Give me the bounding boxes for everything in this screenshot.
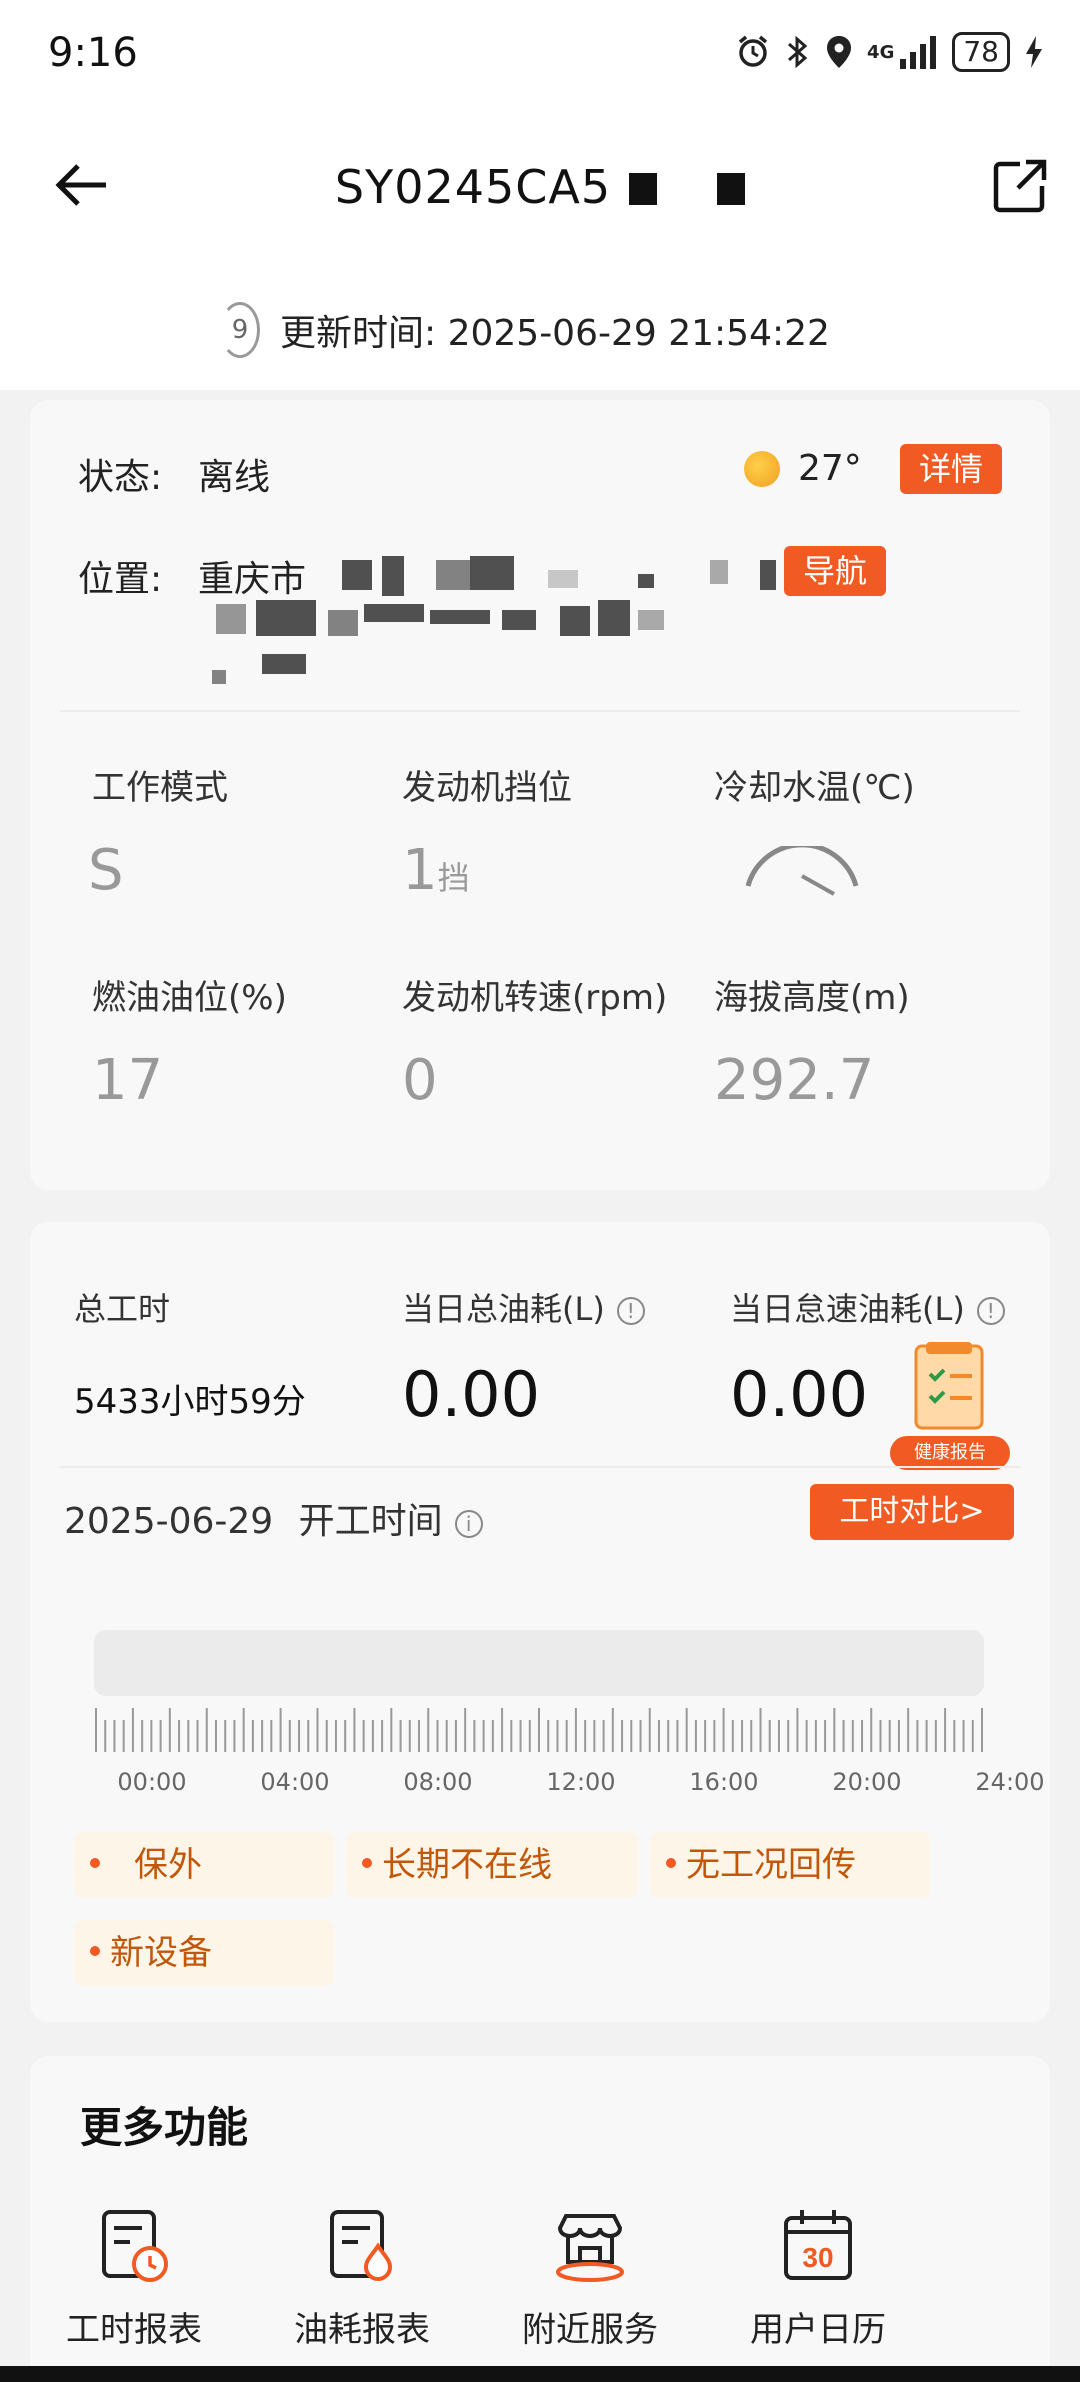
state-label: 状态: (78, 457, 163, 498)
state-value: 离线 (198, 457, 271, 498)
signal-icon (900, 36, 937, 69)
nearby-service-button[interactable]: 附近服务 (490, 2206, 690, 2351)
fuel-report-label: 油耗报表 (294, 2310, 430, 2350)
nearby-service-label: 附近服务 (522, 2310, 658, 2350)
timeline-label: 12:00 (546, 1768, 616, 1796)
more-functions-card: 更多功能 工时报表 油耗报表 附近服务 30 用户日历 (30, 2056, 1050, 2382)
gear-value: 1挡 (402, 838, 470, 903)
idle-fuel-value: 0.00 (730, 1358, 869, 1431)
work-hours-card: 总工时 5433小时59分 当日总油耗(L)! 0.00 当日怠速油耗(L)! … (30, 1222, 1050, 2022)
device-title: SY0245CA5 (0, 160, 1080, 214)
nearby-service-icon (556, 2214, 624, 2282)
timeline-label: 00:00 (117, 1768, 187, 1796)
work-mode-value: S (88, 838, 124, 903)
tag-new-device: 新设备 (74, 1920, 334, 1986)
timeline-labels: 00:00 04:00 08:00 12:00 16:00 20:00 24:00 (58, 1768, 1044, 1804)
temperature: 27° (798, 448, 862, 489)
navigate-button[interactable]: 导航 (784, 546, 886, 596)
position-value: 重庆市 (198, 559, 307, 600)
coolant-gauge-icon (745, 846, 859, 896)
top-nav: SY0245CA5 (0, 110, 1080, 260)
tag-long-offline: 长期不在线 (346, 1832, 638, 1898)
status-time: 9:16 (48, 30, 138, 76)
tag-out-of-warranty: 保外 (74, 1832, 334, 1898)
work-mode-label: 工作模式 (92, 768, 228, 808)
status-card: 状态: 离线 27° 详情 位置: 重庆市 导航 工作模式 S 发动机挡位 1挡… (30, 400, 1050, 1190)
update-time-text: 更新时间: 2025-06-29 21:54:22 (280, 313, 830, 354)
health-report-label: 健康报告 (890, 1436, 1010, 1470)
coolant-temp-label: 冷却水温(℃) (714, 768, 915, 808)
bluetooth-icon (788, 35, 808, 69)
gear-label: 发动机挡位 (402, 768, 572, 808)
location-icon (827, 36, 852, 68)
total-hours-label: 总工时 (74, 1290, 171, 1328)
work-date-row: 2025-06-29 开工时间 i (64, 1492, 483, 1544)
engine-rpm-value: 0 (402, 1048, 438, 1113)
info-icon[interactable]: ! (616, 1297, 645, 1325)
more-functions-title: 更多功能 (80, 2103, 249, 2152)
timeline-ticks (95, 1708, 983, 1752)
redacted-mask (629, 173, 658, 205)
health-report-badge[interactable]: 健康报告 (890, 1340, 1010, 1470)
altitude-value: 292.7 (714, 1048, 875, 1113)
user-calendar-button[interactable]: 30 用户日历 (718, 2206, 918, 2351)
charging-icon (1026, 36, 1042, 68)
tag-no-data: 无工况回传 (650, 1832, 930, 1898)
hours-compare-button[interactable]: 工时对比> (810, 1484, 1014, 1540)
user-calendar-label: 用户日历 (750, 2310, 886, 2350)
timeline-label: 20:00 (832, 1768, 902, 1796)
daily-fuel-value: 0.00 (402, 1358, 541, 1431)
status-bar: 9:16 4G 78 (0, 0, 1080, 110)
daily-fuel-label: 当日总油耗(L)! (402, 1284, 645, 1330)
position-label: 位置: (78, 559, 163, 600)
engine-rpm-label: 发动机转速(rpm) (402, 978, 668, 1018)
fuel-report-button[interactable]: 油耗报表 (262, 2206, 462, 2351)
svg-text:30: 30 (802, 2242, 833, 2273)
info-icon[interactable]: i (454, 1510, 483, 1538)
bottom-edge (0, 2366, 1080, 2382)
share-icon[interactable] (990, 156, 1050, 216)
total-hours-value: 5433小时59分 (74, 1382, 306, 1422)
redacted-mask (717, 173, 746, 205)
timeline-label: 04:00 (260, 1768, 330, 1796)
divider (60, 710, 1020, 712)
detail-button[interactable]: 详情 (900, 444, 1002, 494)
alarm-icon (738, 35, 768, 67)
sun-icon (744, 450, 780, 487)
info-icon[interactable]: ! (976, 1297, 1005, 1325)
health-report-icon (914, 1342, 984, 1430)
idle-fuel-label: 当日怠速油耗(L)! (730, 1284, 1005, 1330)
timeline-label: 16:00 (689, 1768, 759, 1796)
work-report-label: 工时报表 (66, 2310, 202, 2350)
weather: 27° (744, 448, 862, 489)
timeline-label: 08:00 (403, 1768, 473, 1796)
work-report-icon (102, 2210, 168, 2282)
calendar-icon: 30 (784, 2210, 852, 2280)
start-time-label: 开工时间 (298, 1501, 443, 1542)
timeline-label: 24:00 (975, 1768, 1045, 1796)
work-timeline-bar (94, 1630, 984, 1696)
fuel-level-value: 17 (92, 1048, 164, 1113)
network-type: 4G (867, 41, 895, 63)
fuel-report-icon (330, 2210, 393, 2281)
update-time-row: 9 更新时间: 2025-06-29 21:54:22 (0, 260, 1080, 390)
refresh-icon[interactable]: 9 (220, 302, 260, 358)
work-report-button[interactable]: 工时报表 (34, 2206, 234, 2351)
divider (60, 1466, 1020, 1468)
altitude-label: 海拔高度(m) (714, 978, 910, 1018)
work-date: 2025-06-29 (64, 1501, 274, 1542)
status-icons: 4G 78 (735, 32, 1044, 72)
fuel-level-label: 燃油油位(%) (92, 978, 287, 1018)
battery-indicator: 78 (952, 32, 1010, 72)
